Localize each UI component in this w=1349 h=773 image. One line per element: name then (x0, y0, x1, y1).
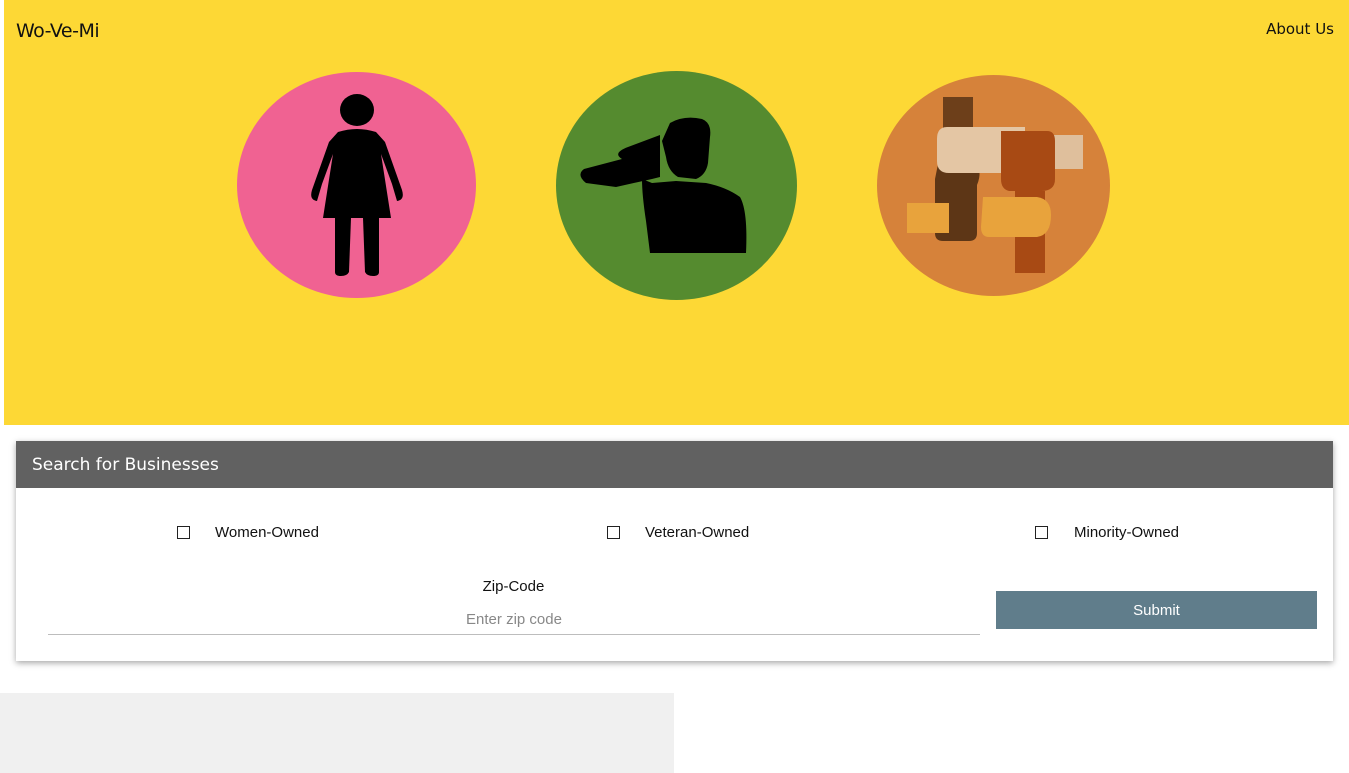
veteran-owned-option[interactable]: Veteran-Owned (607, 524, 749, 541)
veteran-owned-circle (556, 71, 797, 300)
diverse-hands-icon (907, 97, 1083, 273)
women-owned-option[interactable]: Women-Owned (177, 524, 319, 541)
about-us-link[interactable]: About Us (1266, 20, 1334, 38)
minority-owned-label[interactable]: Minority-Owned (1074, 524, 1179, 541)
results-panel (0, 693, 674, 773)
woman-icon (311, 94, 403, 276)
women-owned-circle (237, 72, 476, 298)
veteran-owned-checkbox[interactable] (607, 526, 620, 539)
minority-owned-checkbox[interactable] (1035, 526, 1048, 539)
zip-code-label: Zip-Code (482, 578, 545, 595)
zip-code-input[interactable] (48, 604, 980, 635)
minority-owned-circle (877, 75, 1110, 296)
brand-logo[interactable]: Wo-Ve-Mi (16, 20, 100, 42)
hero-banner: Wo-Ve-Mi About Us (4, 0, 1349, 425)
women-owned-checkbox[interactable] (177, 526, 190, 539)
women-owned-label[interactable]: Women-Owned (215, 524, 319, 541)
minority-owned-option[interactable]: Minority-Owned (1035, 524, 1179, 541)
veteran-owned-label[interactable]: Veteran-Owned (645, 524, 749, 541)
saluting-soldier-icon (580, 117, 747, 253)
submit-button[interactable]: Submit (996, 591, 1317, 629)
search-panel-title: Search for Businesses (16, 441, 1333, 488)
search-panel: Search for Businesses Women-Owned Vetera… (16, 441, 1333, 661)
